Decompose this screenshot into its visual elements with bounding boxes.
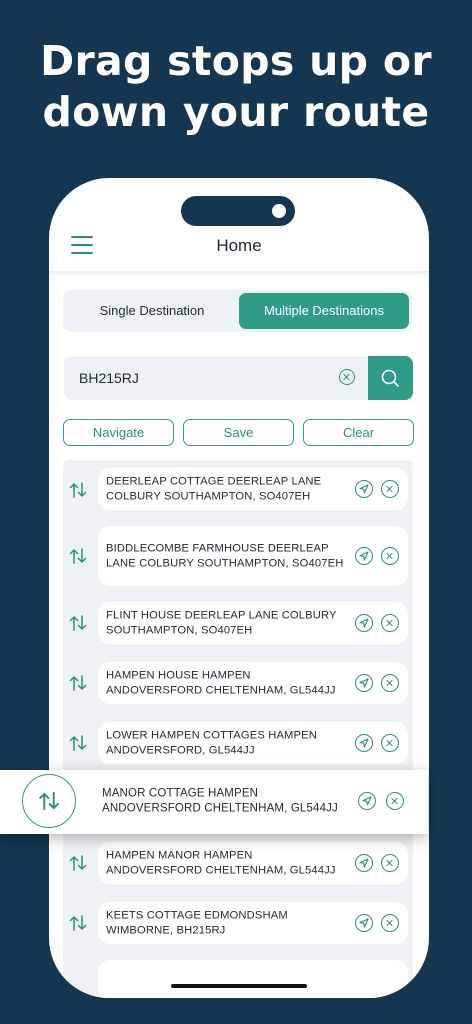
navigate-stop-button[interactable] (358, 792, 376, 810)
stop-address: KEETS COTTAGE EDMONDSHAM WIMBORNE, BH215… (106, 909, 288, 937)
home-indicator (171, 984, 307, 988)
clear-search-icon[interactable] (339, 369, 355, 385)
remove-stop-button[interactable] (381, 614, 399, 632)
navigate-stop-button[interactable] (355, 674, 373, 692)
drag-handle-large-icon[interactable] (22, 774, 76, 828)
location-arrow-icon (359, 858, 369, 868)
navigate-stop-button[interactable] (355, 914, 373, 932)
dynamic-island (181, 196, 295, 226)
drag-handle-icon[interactable] (67, 614, 89, 632)
stop-card-partial (98, 960, 408, 998)
navigate-stop-button[interactable] (355, 614, 373, 632)
up-down-arrows-icon (69, 615, 87, 631)
remove-stop-button[interactable] (381, 547, 399, 565)
remove-stop-button[interactable] (381, 914, 399, 932)
search-button[interactable] (368, 356, 413, 400)
remove-stop-button[interactable] (381, 854, 399, 872)
location-arrow-icon (359, 918, 369, 928)
up-down-arrows-icon (69, 482, 87, 498)
navigate-stop-button[interactable] (355, 547, 373, 565)
up-down-arrows-icon (69, 548, 87, 564)
multiple-destinations-tab[interactable]: Multiple Destinations (239, 293, 409, 329)
location-arrow-icon (359, 484, 369, 494)
stop-address: LOWER HAMPEN COTTAGES HAMPEN ANDOVERSFOR… (106, 729, 317, 757)
stop-card: HAMPEN HOUSE HAMPEN ANDOVERSFORD CHELTEN… (98, 662, 408, 704)
search-icon (381, 369, 399, 387)
search-bar (64, 356, 413, 400)
phone-frame: Home Single Destination Multiple Destina… (49, 178, 429, 998)
dragging-stop-card: MANOR COTTAGE HAMPEN ANDOVERSFORD CHELTE… (92, 778, 414, 824)
search-input[interactable] (64, 356, 324, 400)
remove-stop-button[interactable] (386, 792, 404, 810)
stop-card: LOWER HAMPEN COTTAGES HAMPEN ANDOVERSFOR… (98, 722, 408, 764)
location-arrow-icon (359, 618, 369, 628)
remove-stop-button[interactable] (381, 734, 399, 752)
stop-card: BIDDLECOMBE FARMHOUSE DEERLEAP LANE COLB… (98, 526, 408, 586)
drag-handle-icon[interactable] (67, 481, 89, 499)
headline: Drag stops up or down your route (0, 36, 472, 138)
location-arrow-icon (359, 738, 369, 748)
headline-line-1: Drag stops up or (40, 37, 432, 85)
remove-stop-button[interactable] (381, 674, 399, 692)
location-arrow-icon (359, 551, 369, 561)
drag-handle-icon[interactable] (67, 914, 89, 932)
stop-address: HAMPEN HOUSE HAMPEN ANDOVERSFORD CHELTEN… (106, 669, 336, 697)
stop-address: HAMPEN MANOR HAMPEN ANDOVERSFORD CHELTEN… (106, 849, 336, 877)
stop-card: FLINT HOUSE DEERLEAP LANE COLBURY SOUTHA… (98, 602, 408, 644)
single-destination-tab[interactable]: Single Destination (66, 293, 238, 329)
up-down-arrows-icon (69, 735, 87, 751)
navigate-stop-button[interactable] (355, 480, 373, 498)
camera-dot (272, 204, 286, 218)
stop-address: DEERLEAP COTTAGE DEERLEAP LANE COLBURY S… (106, 475, 322, 503)
up-down-arrows-icon (39, 791, 59, 811)
location-arrow-icon (359, 678, 369, 688)
stop-card: KEETS COTTAGE EDMONDSHAM WIMBORNE, BH215… (98, 902, 408, 944)
headline-line-2: down your route (42, 88, 430, 136)
location-arrow-icon (362, 796, 372, 806)
stop-card: HAMPEN MANOR HAMPEN ANDOVERSFORD CHELTEN… (98, 842, 408, 884)
stop-address: MANOR COTTAGE HAMPEN ANDOVERSFORD CHELTE… (102, 787, 338, 815)
stop-address: BIDDLECOMBE FARMHOUSE DEERLEAP LANE COLB… (106, 542, 344, 570)
drag-handle-icon[interactable] (67, 734, 89, 752)
drag-handle-icon[interactable] (67, 547, 89, 565)
navigate-stop-button[interactable] (355, 854, 373, 872)
page-title: Home (216, 236, 262, 255)
stop-card: DEERLEAP COTTAGE DEERLEAP LANE COLBURY S… (98, 468, 408, 510)
up-down-arrows-icon (69, 915, 87, 931)
save-button[interactable]: Save (183, 419, 294, 446)
navigate-button[interactable]: Navigate (63, 419, 174, 446)
drag-handle-icon[interactable] (67, 854, 89, 872)
header-divider (49, 271, 429, 277)
destination-mode-toggle: Single Destination Multiple Destinations (63, 290, 412, 332)
drag-handle-icon[interactable] (67, 674, 89, 692)
clear-button[interactable]: Clear (303, 419, 414, 446)
dragging-stop-row[interactable]: MANOR COTTAGE HAMPEN ANDOVERSFORD CHELTE… (0, 770, 428, 834)
stop-address: FLINT HOUSE DEERLEAP LANE COLBURY SOUTHA… (106, 609, 337, 637)
navigate-stop-button[interactable] (355, 734, 373, 752)
remove-stop-button[interactable] (381, 480, 399, 498)
up-down-arrows-icon (69, 855, 87, 871)
up-down-arrows-icon (69, 675, 87, 691)
